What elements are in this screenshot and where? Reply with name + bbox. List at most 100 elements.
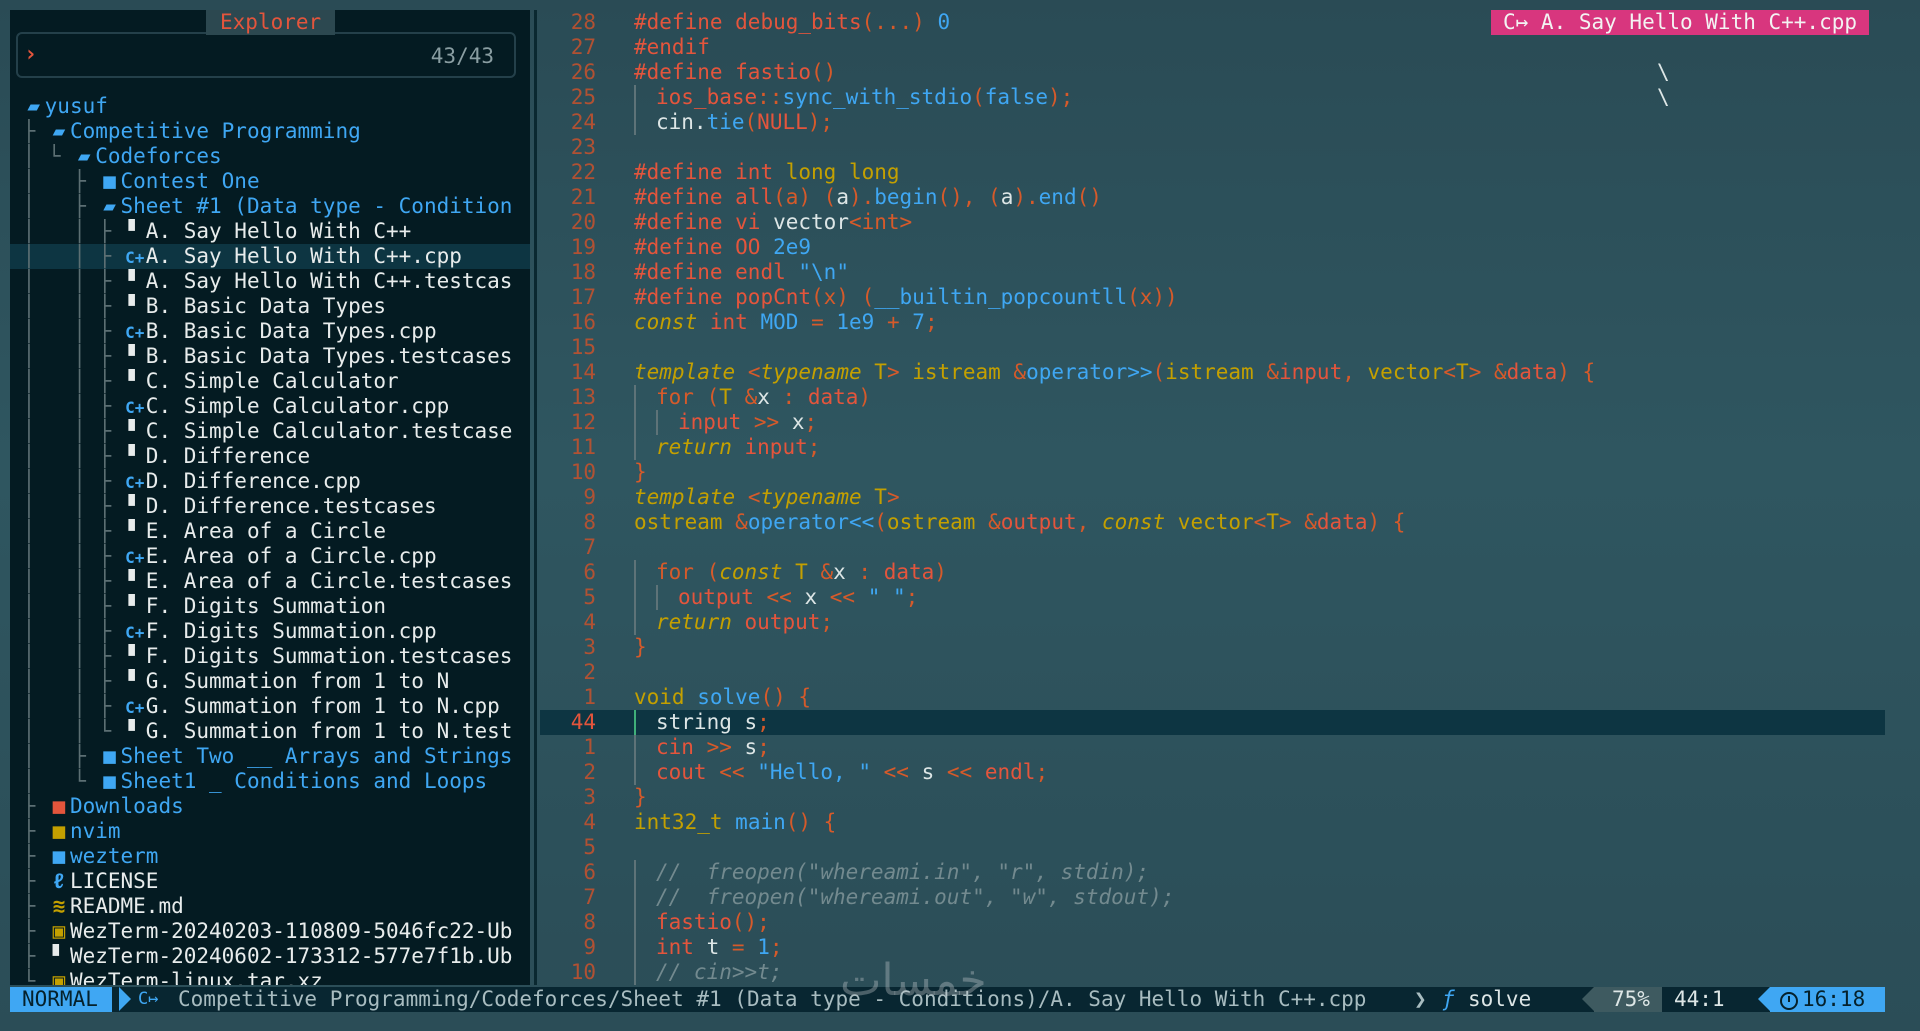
tree-file-item[interactable]: │ │ ├ ▘ B. Basic Data Types.testcases xyxy=(10,344,530,369)
code-line[interactable]: 9 template <typename T> xyxy=(540,485,1885,510)
tree-file-item[interactable]: │ │ ├ ▘ E. Area of a Circle xyxy=(10,519,530,544)
code-line[interactable]: 12 input >> x; xyxy=(540,410,1885,435)
code-line[interactable]: 27 #endif xyxy=(540,35,1885,60)
code-editor[interactable]: C↦ A. Say Hello With C++.cpp 28 #define d… xyxy=(540,10,1885,985)
tree-item-label: A. Say Hello With C++.testcas xyxy=(145,269,513,293)
explorer-filter[interactable]: › 43/43 xyxy=(16,32,516,78)
tree-item-label: B. Basic Data Types.cpp xyxy=(145,319,437,343)
code-line[interactable]: 7 xyxy=(540,535,1885,560)
tree-file-item[interactable]: ├ ▣ WezTerm-20240203-110809-5046fc22-Ub xyxy=(10,919,530,944)
code-line[interactable]: 17 #define popCnt(x) (__builtin_popcountl… xyxy=(540,285,1885,310)
code-line[interactable]: 20 #define vi vector<int> xyxy=(540,210,1885,235)
line-number: 2 xyxy=(583,760,596,784)
window-separator[interactable] xyxy=(534,10,537,985)
code-line[interactable]: 11 return input; xyxy=(540,435,1885,460)
tree-file-item[interactable]: └ ▣ WezTerm-linux.tar.xz xyxy=(10,969,530,985)
tree-file-item[interactable]: │ │ ├ C+A. Say Hello With C++.cpp xyxy=(10,244,530,269)
code-line[interactable]: 9 int t = 1; xyxy=(540,935,1885,960)
tree-item-label: LICENSE xyxy=(69,869,159,893)
code-line[interactable]: 5 output << x << " "; xyxy=(540,585,1885,610)
code-line[interactable]: 22 #define int long long xyxy=(540,160,1885,185)
tree-item-label: E. Area of a Circle xyxy=(145,519,387,543)
code-line[interactable]: 19 #define OO 2e9 xyxy=(540,235,1885,260)
tree-file-item[interactable]: │ │ ├ ▘ F. Digits Summation xyxy=(10,594,530,619)
tree-file-item[interactable]: │ │ ├ C+D. Difference.cpp xyxy=(10,469,530,494)
tree-folder-item[interactable]: ├ ■ wezterm xyxy=(10,844,530,869)
code-line[interactable]: 1 cin >> s; xyxy=(540,735,1885,760)
code-line[interactable]: 26 #define fastio() \ xyxy=(540,60,1885,85)
tree-folder-item[interactable]: ├ ▰ Competitive Programming xyxy=(10,119,530,144)
code-line[interactable]: 4 int32_t main() { xyxy=(540,810,1885,835)
tree-folder-item[interactable]: ├ ■ Downloads xyxy=(10,794,530,819)
code-line[interactable]: 16 const int MOD = 1e9 + 7; xyxy=(540,310,1885,335)
tree-file-item[interactable]: │ │ ├ ▘ A. Say Hello With C++ xyxy=(10,219,530,244)
tree-folder-item[interactable]: │ ├ ■ Sheet Two __ Arrays and Strings xyxy=(10,744,530,769)
code-line[interactable]: 10} xyxy=(540,460,1885,485)
cpp-icon: C+ xyxy=(125,398,145,417)
tree-file-item[interactable]: │ │ ├ ▘ B. Basic Data Types xyxy=(10,294,530,319)
clock: 16:18 xyxy=(1770,987,1885,1012)
tree-file-item[interactable]: │ │ ├ ▘ F. Digits Summation.testcases xyxy=(10,644,530,669)
code-line[interactable]: 7// freopen("whereami.out", "w", stdout)… xyxy=(540,885,1885,910)
file-icon: ▘ xyxy=(128,269,142,293)
code-line[interactable]: 3} xyxy=(540,635,1885,660)
tree-item-label: C. Simple Calculator.cpp xyxy=(145,394,450,418)
file-icon: ▘ xyxy=(128,669,142,693)
tree-file-item[interactable]: │ │ ├ ▘ G. Summation from 1 to N xyxy=(10,669,530,694)
tree-file-item[interactable]: │ │ ├ ▘ D. Difference.testcases xyxy=(10,494,530,519)
code-line[interactable]: 14 template <typename T> istream &operato… xyxy=(540,360,1885,385)
file-icon: ▘ xyxy=(128,519,142,543)
code-line[interactable]: 13 for (T &x : data) xyxy=(540,385,1885,410)
tree-folder-item[interactable]: │ └ ▰ Codeforces xyxy=(10,144,530,169)
code-line[interactable]: 1 void solve() { xyxy=(540,685,1885,710)
code-line[interactable]: 6 for (const T &x : data) xyxy=(540,560,1885,585)
tree-file-item[interactable]: │ │ ├ C+C. Simple Calculator.cpp xyxy=(10,394,530,419)
tree-file-item[interactable]: │ │ ├ ▘ C. Simple Calculator.testcase xyxy=(10,419,530,444)
tree-file-item[interactable]: │ │ ├ ▘ D. Difference xyxy=(10,444,530,469)
code-line[interactable]: 15 xyxy=(540,335,1885,360)
code-line[interactable]: 4 return output; xyxy=(540,610,1885,635)
tree-file-item[interactable]: │ │ ├ ▘ A. Say Hello With C++.testcas xyxy=(10,269,530,294)
code-line[interactable]: 18 #define endl "\n" xyxy=(540,260,1885,285)
code-line[interactable]: 25 ios_base::sync_with_stdio(false); \ xyxy=(540,85,1885,110)
tree-file-item[interactable]: │ │ └ ▘ G. Summation from 1 to N.test xyxy=(10,719,530,744)
tree-indent-guides xyxy=(10,94,23,118)
tree-item-label: F. Digits Summation.testcases xyxy=(145,644,513,668)
tree-folder-item[interactable]: │ ├ ▰ Sheet #1 (Data type - Condition xyxy=(10,194,530,219)
code-line[interactable]: 5 xyxy=(540,835,1885,860)
code-line[interactable]: 23 xyxy=(540,135,1885,160)
tree-file-item[interactable]: │ │ ├ C+B. Basic Data Types.cpp xyxy=(10,319,530,344)
code-line[interactable]: 28 #define debug_bits(...) 0 xyxy=(540,10,1885,35)
tree-file-item[interactable]: │ │ ├ ▘ E. Area of a Circle.testcases xyxy=(10,569,530,594)
tree-item-label: Sheet #1 (Data type - Condition xyxy=(120,194,513,218)
code-line[interactable]: 6// freopen("whereami.in", "r", stdin); xyxy=(540,860,1885,885)
tree-file-item[interactable]: │ │ ├ ▘ C. Simple Calculator xyxy=(10,369,530,394)
tree-file-item[interactable]: ├ ℓ LICENSE xyxy=(10,869,530,894)
tree-indent-guides: │ │ ├ xyxy=(10,319,124,343)
code-line[interactable]: 3} xyxy=(540,785,1885,810)
code-line-current[interactable]: 44 string s; xyxy=(540,710,1885,735)
line-number: 3 xyxy=(583,635,596,659)
tree-indent-guides: ├ xyxy=(10,794,48,818)
tree-file-item[interactable]: ├ ▘ WezTerm-20240602-173312-577e7f1b.Ub xyxy=(10,944,530,969)
tree-file-item[interactable]: │ │ ├ C+G. Summation from 1 to N.cpp xyxy=(10,694,530,719)
code-line[interactable]: 10// cin>>t; xyxy=(540,960,1885,985)
folder-open-icon: ▰ xyxy=(27,94,40,118)
tree-file-item[interactable]: ├ ≋ README.md xyxy=(10,894,530,919)
code-line[interactable]: 24 cin.tie(NULL); xyxy=(540,110,1885,135)
tree-file-item[interactable]: │ │ ├ C+F. Digits Summation.cpp xyxy=(10,619,530,644)
code-line[interactable]: 8 fastio(); xyxy=(540,910,1885,935)
tree-folder-item[interactable]: │ ├ ■ Contest One xyxy=(10,169,530,194)
code-line[interactable]: 8 ostream &operator<<(ostream &output, co… xyxy=(540,510,1885,535)
tree-file-item[interactable]: │ │ ├ C+E. Area of a Circle.cpp xyxy=(10,544,530,569)
tree-folder-item[interactable]: │ └ ■ Sheet1 _ Conditions and Loops xyxy=(10,769,530,794)
cpp-icon: C+ xyxy=(125,473,145,492)
code-line[interactable]: 2 cout << "Hello, " << s << endl; xyxy=(540,760,1885,785)
code-line[interactable]: 2 xyxy=(540,660,1885,685)
code-line[interactable]: 21 #define all(a) (a).begin(), (a).end() xyxy=(540,185,1885,210)
tree-folder-item[interactable]: ├ ■ nvim xyxy=(10,819,530,844)
line-number: 11 xyxy=(570,435,596,459)
file-icon: ▘ xyxy=(128,644,142,668)
tree-indent-guides: │ │ ├ xyxy=(10,619,124,643)
tree-folder-item[interactable]: ▰ yusuf xyxy=(10,94,530,119)
